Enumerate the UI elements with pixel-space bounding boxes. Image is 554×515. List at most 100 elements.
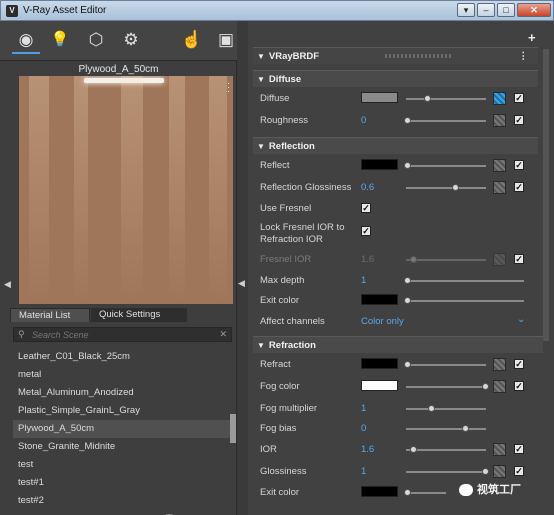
glossiness-value[interactable]: 1 bbox=[361, 466, 366, 477]
list-item[interactable]: Leather_C01_Black_25cm bbox=[13, 348, 232, 366]
reflect-enable-checkbox[interactable]: ✓ bbox=[514, 160, 524, 170]
list-item[interactable]: test#2 bbox=[13, 492, 232, 510]
reflection-glossiness-enable-checkbox[interactable]: ✓ bbox=[514, 182, 524, 192]
glossiness-enable-checkbox[interactable]: ✓ bbox=[514, 466, 524, 476]
reflection-glossiness-value[interactable]: 0.6 bbox=[361, 182, 374, 193]
clear-search-icon[interactable]: ✕ bbox=[219, 329, 227, 340]
material-list-scrollbar[interactable] bbox=[230, 414, 236, 443]
collapse-left-icon[interactable]: ◀ bbox=[4, 279, 11, 290]
fog-multiplier-slider[interactable] bbox=[406, 405, 486, 412]
roughness-enable-checkbox[interactable]: ✓ bbox=[514, 115, 524, 125]
reflection-section-header[interactable]: ▼ Reflection bbox=[253, 137, 538, 154]
search-icon: ⚲ bbox=[18, 329, 25, 339]
close-button[interactable]: ✕ bbox=[517, 3, 551, 17]
properties-scrollbar[interactable] bbox=[543, 49, 549, 341]
reflection-section-title: Reflection bbox=[268, 141, 315, 152]
list-item[interactable]: Metal_Aluminum_Anodized bbox=[13, 384, 232, 402]
materials-tab[interactable]: ◉ bbox=[12, 26, 40, 54]
render-output-button[interactable]: ▣ bbox=[212, 26, 240, 54]
roughness-slider[interactable] bbox=[404, 117, 486, 124]
param-label: Exit color bbox=[260, 487, 300, 498]
list-item[interactable]: Stone_Granite_Midnite bbox=[13, 438, 232, 456]
param-label: Diffuse bbox=[260, 93, 290, 104]
exit-color-swatch[interactable] bbox=[361, 294, 398, 305]
list-item-selected[interactable]: Plywood_A_50cm bbox=[13, 420, 232, 438]
param-roughness: Roughness 0 ✓ bbox=[260, 113, 540, 130]
diffuse-texture-map[interactable] bbox=[493, 92, 506, 105]
refraction-section-header[interactable]: ▼ Refraction bbox=[253, 336, 543, 353]
ior-texture-map[interactable] bbox=[493, 443, 506, 456]
refract-slider[interactable] bbox=[404, 361, 486, 368]
fog-color-slider[interactable] bbox=[406, 383, 489, 390]
material-preview: · · · bbox=[19, 76, 233, 304]
tab-material-list[interactable]: Material List bbox=[10, 308, 90, 322]
fog-multiplier-value[interactable]: 1 bbox=[361, 403, 366, 414]
roughness-value[interactable]: 0 bbox=[361, 115, 366, 126]
max-depth-value[interactable]: 1 bbox=[361, 275, 366, 286]
maximize-button[interactable]: □ bbox=[497, 3, 515, 17]
list-item[interactable]: test#1 bbox=[13, 474, 232, 492]
window-menu-button[interactable]: ▾ bbox=[457, 3, 475, 17]
refract-texture-map[interactable] bbox=[493, 358, 506, 371]
reflect-texture-map[interactable] bbox=[493, 159, 506, 172]
minimize-button[interactable]: – bbox=[477, 3, 495, 17]
ior-slider[interactable] bbox=[406, 446, 486, 453]
ior-value[interactable]: 1.6 bbox=[361, 444, 374, 455]
diffuse-enable-checkbox[interactable]: ✓ bbox=[514, 93, 524, 103]
preview-options-icon[interactable]: · · · bbox=[227, 79, 230, 96]
fog-color-texture-map[interactable] bbox=[493, 380, 506, 393]
refraction-section-title: Refraction bbox=[268, 340, 316, 351]
drag-grip-icon[interactable] bbox=[385, 54, 451, 58]
fog-bias-value[interactable]: 0 bbox=[361, 423, 366, 434]
material-list: Leather_C01_Black_25cm metal Metal_Alumi… bbox=[13, 344, 232, 514]
brdf-header[interactable]: ▼ VRayBRDF ⋮ bbox=[253, 47, 538, 64]
render-interactive-button[interactable]: ☝ bbox=[178, 26, 206, 54]
reflection-glossiness-texture-map[interactable] bbox=[493, 181, 506, 194]
param-label: Affect channels bbox=[260, 316, 325, 327]
fresnel-ior-enable-checkbox[interactable]: ✓ bbox=[514, 254, 524, 264]
more-options-icon[interactable]: ⋮ bbox=[519, 48, 529, 65]
param-fog-color: Fog color ✓ bbox=[260, 379, 540, 396]
fog-bias-slider[interactable] bbox=[406, 425, 486, 432]
ior-enable-checkbox[interactable]: ✓ bbox=[514, 444, 524, 454]
glossiness-slider[interactable] bbox=[406, 468, 489, 475]
reflect-slider[interactable] bbox=[404, 162, 486, 169]
diffuse-section-header[interactable]: ▼ Diffuse bbox=[253, 70, 538, 87]
max-depth-slider[interactable] bbox=[404, 277, 524, 284]
vray-app-icon: V bbox=[6, 5, 18, 17]
material-tabs: Material List Quick Settings bbox=[10, 308, 232, 322]
refract-enable-checkbox[interactable]: ✓ bbox=[514, 359, 524, 369]
list-item[interactable]: metal bbox=[13, 366, 232, 384]
param-glossiness: Glossiness 1 ✓ bbox=[260, 464, 540, 481]
fog-color-swatch[interactable] bbox=[361, 380, 398, 391]
collapse-right-icon[interactable]: ◀ bbox=[238, 278, 245, 289]
lock-fresnel-ior-checkbox[interactable]: ✓ bbox=[361, 226, 371, 236]
refract-color-swatch[interactable] bbox=[361, 358, 398, 369]
diffuse-color-swatch[interactable] bbox=[361, 92, 398, 103]
fog-color-enable-checkbox[interactable]: ✓ bbox=[514, 381, 524, 391]
param-label: Fog color bbox=[260, 381, 300, 392]
chevron-down-icon[interactable]: ⌄ bbox=[517, 314, 525, 325]
refraction-exit-color-swatch[interactable] bbox=[361, 486, 398, 497]
settings-tab[interactable]: ⚙ bbox=[117, 26, 145, 54]
list-item[interactable]: test bbox=[13, 456, 232, 474]
diffuse-slider[interactable] bbox=[406, 95, 486, 102]
reflection-glossiness-slider[interactable] bbox=[406, 184, 486, 191]
collapse-triangle-icon: ▼ bbox=[257, 52, 265, 61]
use-fresnel-checkbox[interactable]: ✓ bbox=[361, 203, 371, 213]
affect-channels-select[interactable]: Color only bbox=[361, 316, 404, 327]
add-icon[interactable]: + bbox=[528, 30, 536, 45]
geometry-icon: ⬡ bbox=[88, 30, 104, 49]
diffuse-section-title: Diffuse bbox=[268, 74, 302, 85]
roughness-texture-map[interactable] bbox=[493, 114, 506, 127]
glossiness-texture-map[interactable] bbox=[493, 465, 506, 478]
list-item[interactable]: Plastic_Simple_GrainL_Gray bbox=[13, 402, 232, 420]
lights-icon: 💡 bbox=[50, 31, 70, 48]
reflect-color-swatch[interactable] bbox=[361, 159, 398, 170]
tab-quick-settings[interactable]: Quick Settings bbox=[91, 308, 187, 322]
lights-tab[interactable]: 💡 bbox=[46, 26, 74, 54]
search-input[interactable]: Search Scene bbox=[32, 330, 89, 340]
geometry-tab[interactable]: ⬡ bbox=[82, 26, 110, 54]
refraction-exit-color-slider[interactable] bbox=[404, 489, 446, 496]
exit-color-slider[interactable] bbox=[404, 297, 524, 304]
